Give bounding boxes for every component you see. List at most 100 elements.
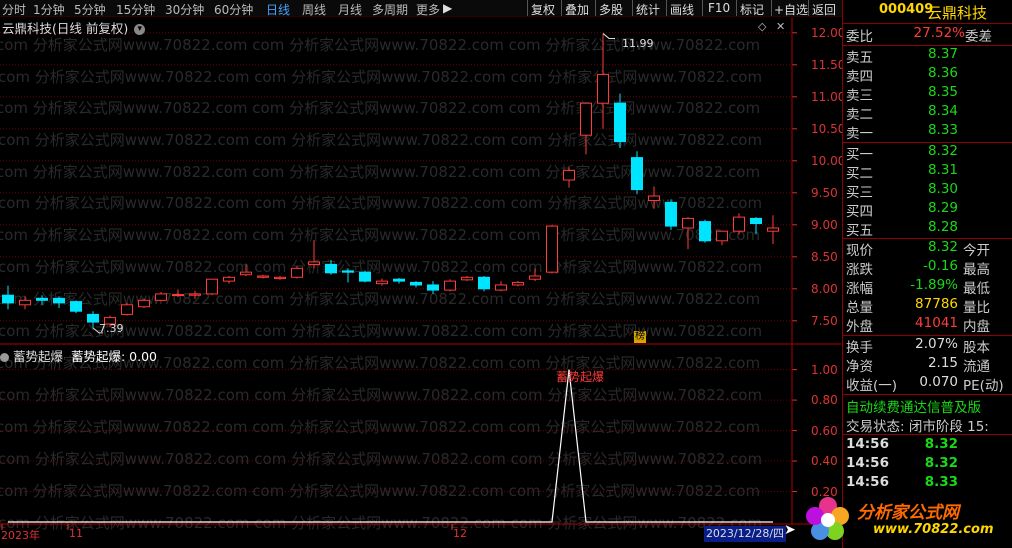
candle-body <box>291 267 303 278</box>
candle-body <box>495 284 507 291</box>
candle <box>767 215 779 244</box>
candle-body <box>155 293 167 301</box>
stat-row: 总量 87786 量比 <box>843 296 1012 316</box>
bid-label: 买二 <box>846 166 873 182</box>
ranking-marker[interactable]: 榜 <box>634 331 646 343</box>
indicator-settings-icon[interactable] <box>0 353 9 362</box>
watermark-text: com 分析家公式网www.70822.com com 分析家公式网www.70… <box>0 514 762 532</box>
candle-body <box>172 294 184 297</box>
candle-body <box>87 313 99 323</box>
ask-price: 8.34 <box>927 103 958 119</box>
candle <box>308 240 320 269</box>
watermark-text: com 分析家公式网www.70822.com com 分析家公式网www.70… <box>0 482 760 500</box>
candle-body <box>597 73 609 104</box>
x-label-dec: 12 <box>453 527 467 540</box>
close-icon[interactable]: ✕ <box>776 20 785 33</box>
candle <box>699 219 711 243</box>
tick-price: 8.32 <box>924 436 958 452</box>
chart-title-text: 云鼎科技(日线 前复权) <box>2 21 129 36</box>
candle-body <box>189 293 201 296</box>
mouse-cursor-icon: ➤ <box>784 522 796 538</box>
watermark-text: com 分析家公式网www.70822.com com 分析家公式网www.70… <box>0 450 762 468</box>
diamond-icon[interactable]: ◇ <box>758 20 766 33</box>
order-diff-label: 委差 <box>965 29 992 45</box>
candle-body <box>427 284 439 291</box>
stat2-value: 2.15 <box>927 355 958 371</box>
x-label-nov: 11 <box>69 527 83 540</box>
stat-label: 外盘 <box>846 319 873 335</box>
candle-body <box>121 304 133 315</box>
candle-body <box>359 271 371 282</box>
watermark-text: com 分析家公式网www.70822.com com 分析家公式网www.70… <box>0 68 762 86</box>
stat-label-2: 内盘 <box>963 319 990 335</box>
chevron-down-icon[interactable]: ▾ <box>134 24 146 35</box>
trade-status-row: 交易状态: 闭市阶段 15: <box>843 415 1012 435</box>
price-tick-label: 10.50 <box>811 121 846 136</box>
watermark-text: com 分析家公式网www.70822.com com 分析家公式网www.70… <box>0 99 760 117</box>
candle <box>206 278 218 296</box>
quote-panel: 000409 云鼎科技 委比 27.52% 委差 卖五 8.37 卖四 8.36 卖… <box>806 0 1012 548</box>
candle-body <box>393 278 405 282</box>
candle-body <box>461 276 473 281</box>
bid-price: 8.31 <box>927 162 958 178</box>
current-date-box: 2023/12/28/四 <box>704 526 786 542</box>
ask-price: 8.33 <box>927 122 958 138</box>
stat-label-2: 最低 <box>963 281 990 297</box>
watermark-text: com 分析家公式网www.70822.com com 分析家公式网www.70… <box>0 194 762 212</box>
candle <box>223 276 235 284</box>
price-tick-label: 11.00 <box>811 89 846 104</box>
bid-row: 买一 8.32 <box>843 143 1012 163</box>
candle <box>155 292 167 302</box>
candle-body <box>580 102 592 136</box>
candle-body <box>36 297 48 301</box>
site-logo: 分析家公式网 www.70822.com <box>803 492 1012 548</box>
candle <box>512 281 524 287</box>
candle-body <box>563 169 575 181</box>
tick-row: 14:56 8.32 <box>843 455 1012 474</box>
indicator-name[interactable]: 蓄势起爆 <box>13 349 63 364</box>
stat2-row: 净资 2.15 流通 <box>843 355 1012 375</box>
signal-label: 蓄势起爆 <box>556 370 605 384</box>
ask-row: 卖四 8.36 <box>843 65 1012 85</box>
candle-body <box>274 276 286 280</box>
stat-label-2: 量比 <box>963 300 990 316</box>
stat2-value: 2.07% <box>915 336 958 352</box>
candle-body <box>767 227 779 232</box>
stat-label-2: 今开 <box>963 243 990 259</box>
candle <box>665 199 677 230</box>
candle <box>376 278 388 286</box>
ask-row: 卖三 8.35 <box>843 84 1012 104</box>
chart-title: 云鼎科技(日线 前复权) ▾ <box>2 18 146 37</box>
candle-body <box>716 230 728 242</box>
stat2-row: 收益(一) 0.070 PE(动) <box>843 374 1012 394</box>
stat2-label: 净资 <box>846 359 873 375</box>
ask-price: 8.36 <box>927 65 958 81</box>
candle-body <box>308 261 320 265</box>
order-ratio-label: 委比 <box>846 29 873 45</box>
stat-label: 总量 <box>846 300 873 316</box>
flower-logo-icon <box>806 497 849 540</box>
ask-price: 8.37 <box>927 46 958 62</box>
candle-body <box>750 217 762 225</box>
candle <box>444 279 456 292</box>
watermark-text: com 分析家公式网www.70822.com com 分析家公式网www.70… <box>0 131 762 149</box>
price-tick-label: 10.00 <box>811 153 846 168</box>
candle-body <box>19 299 31 306</box>
ask-label: 卖五 <box>846 50 873 66</box>
bid-row: 买二 8.31 <box>843 162 1012 182</box>
stat2-row: 换手 2.07% 股本 <box>843 336 1012 356</box>
watermark-text: com 分析家公式网www.70822.com com 分析家公式网www.70… <box>0 258 762 276</box>
stat2-label: 换手 <box>846 340 873 356</box>
candle-body <box>682 217 694 229</box>
candle-body <box>631 157 643 191</box>
low-price-label: 7.39 <box>99 322 124 335</box>
stat2-label-2: PE(动) <box>963 378 1004 394</box>
bid-price: 8.28 <box>927 219 958 235</box>
indicator-value: 蓄势起爆: 0.00 <box>70 349 158 364</box>
notice-text[interactable]: 自动续费通达信普及版 <box>846 396 981 416</box>
candle <box>563 167 575 188</box>
notice-link[interactable]: 自动续费通达信普及版 <box>843 396 1012 416</box>
candle-body <box>699 221 711 242</box>
stat-row: 涨跌 -0.16 最高 <box>843 258 1012 278</box>
watermark-text: com 分析家公式网www.70822.com com 分析家公式网www.70… <box>0 290 760 308</box>
